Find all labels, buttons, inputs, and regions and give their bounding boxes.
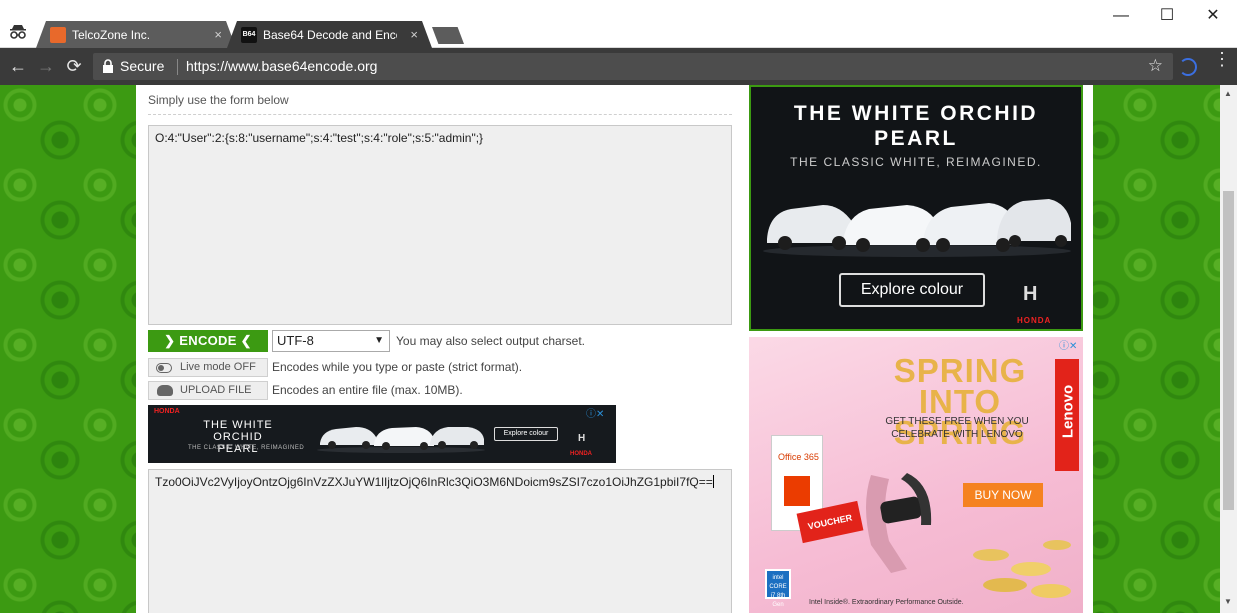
charset-hint: You may also select output charset. [396,334,585,348]
explore-colour-button[interactable]: Explore colour [839,273,985,307]
browser-toolbar: ← → ⟳ Secure https://www.base64encode.or… [0,48,1237,85]
dropdown-arrow-icon: ▼ [374,335,384,346]
fitness-band-image [866,473,932,573]
office-logo-icon [784,476,810,506]
encode-label: ENCODE [179,333,237,348]
minimize-button[interactable]: — [1098,4,1144,28]
page-scrollbar[interactable]: ▲ ▼ [1220,85,1237,613]
incognito-icon [10,25,26,39]
output-text: Tzo0OiJVc2VyIjoyOntzOjg6InVzZXJuYW1lIjtz… [155,475,713,489]
ad-brand: HONDA [154,408,180,415]
new-tab-button[interactable] [432,27,464,44]
url-text[interactable]: https://www.base64encode.org [186,58,377,74]
intel-tagline: Intel Inside®. Extraordinary Performance… [809,599,964,606]
scrollbar-thumb[interactable] [1223,191,1234,510]
output-textarea[interactable]: Tzo0OiJVc2VyIjoyOntzOjg6InVzZXJuYW1lIjtz… [148,469,732,613]
tab-title: TelcoZone Inc. [72,28,151,42]
live-mode-button[interactable]: Live mode OFF [148,358,268,377]
browser-titlebar: TelcoZone Inc. × B64 Base64 Decode and E… [0,0,1237,48]
text-caret [712,475,714,488]
coins-image [973,540,1071,598]
live-mode-label: Live mode OFF [180,361,256,373]
honda-sidebar-ad[interactable]: THE WHITE ORCHID PEARL THE CLASSIC WHITE… [749,85,1083,331]
lock-icon [103,59,113,73]
scroll-down-icon[interactable]: ▼ [1224,597,1232,606]
address-bar[interactable]: Secure https://www.base64encode.org ☆ [93,53,1173,80]
chevron-right-icon: ❯ [164,333,176,348]
toggle-icon [156,363,172,373]
secure-label: Secure [120,58,165,74]
explore-colour-button[interactable]: Explore colour [494,427,558,441]
reload-button[interactable]: ⟳ [64,56,84,76]
scroll-up-icon[interactable]: ▲ [1224,89,1232,98]
input-text: O:4:"User":2:{s:8:"username";s:4:"test";… [155,131,484,145]
upload-label: UPLOAD FILE [180,384,252,396]
tab-close-icon[interactable]: × [410,27,418,42]
sidebar: THE WHITE ORCHID PEARL THE CLASSIC WHITE… [744,85,1093,613]
b64-favicon-icon: B64 [241,27,257,43]
maximize-button[interactable]: ☐ [1144,4,1190,28]
main-content: Simply use the form below O:4:"User":2:{… [136,85,744,613]
extension-icon[interactable] [1179,58,1197,76]
bookmark-star-icon[interactable]: ☆ [1148,56,1163,76]
ad-tagline: THE CLASSIC WHITE, REIMAGINED [188,445,305,451]
cars-image [763,199,1071,257]
honda-wordmark: HONDA [1017,316,1052,325]
office-label: Office 365 [778,452,819,462]
browser-menu-icon[interactable]: ⋮ [1213,50,1231,68]
adchoices-icon[interactable]: ⓘ✕ [586,405,604,420]
honda-logo-icon: H [578,433,586,444]
forward-button[interactable]: → [36,56,56,76]
xampp-favicon-icon [50,27,66,43]
upload-hint: Encodes an entire file (max. 10MB). [272,383,463,397]
tab-title: Base64 Decode and Enco [263,28,397,42]
ad-headline: THE WHITE ORCHID PEARL [793,102,1039,150]
encode-button[interactable]: ❯ ENCODE ❮ [148,330,268,352]
live-mode-hint: Encodes while you type or paste (strict … [272,360,523,374]
back-button[interactable]: ← [8,56,28,76]
honda-banner-ad[interactable]: HONDA THE WHITE ORCHID PEARL THE CLASSIC… [148,405,616,463]
lenovo-sidebar-ad[interactable]: SPRING INTO SPRING GET THESE FREE WHEN Y… [749,337,1083,613]
cars-image [317,427,485,453]
honda-logo-icon: H [1023,283,1038,305]
honda-wordmark: HONDA [570,451,592,457]
upload-cloud-icon [157,385,173,396]
close-window-button[interactable]: ✕ [1190,4,1236,28]
lenovo-logo: Lenovo [1055,359,1079,471]
tab-base64[interactable]: B64 Base64 Decode and Enco × [227,21,432,48]
ad-subtext: GET THESE FREE WHEN YOU CELEBRATE WITH L… [885,416,1029,440]
buy-now-button[interactable]: BUY NOW [963,483,1043,507]
chevron-left-icon: ❮ [240,333,252,348]
input-textarea[interactable]: O:4:"User":2:{s:8:"username";s:4:"test";… [148,125,732,325]
intro-text: Simply use the form below [148,93,289,107]
intel-badge: intel CORE i7 8th Gen [765,569,791,608]
charset-select[interactable]: UTF-8 ▼ [272,330,390,352]
tab-telcozone[interactable]: TelcoZone Inc. × [36,21,236,48]
adchoices-icon[interactable]: ⓘ✕ [1059,337,1077,352]
ad-tagline: THE CLASSIC WHITE, REIMAGINED. [790,155,1042,169]
page-viewport: Simply use the form below O:4:"User":2:{… [0,85,1220,613]
tab-close-icon[interactable]: × [214,27,222,42]
upload-file-button[interactable]: UPLOAD FILE [148,381,268,400]
charset-value: UTF-8 [277,333,314,348]
